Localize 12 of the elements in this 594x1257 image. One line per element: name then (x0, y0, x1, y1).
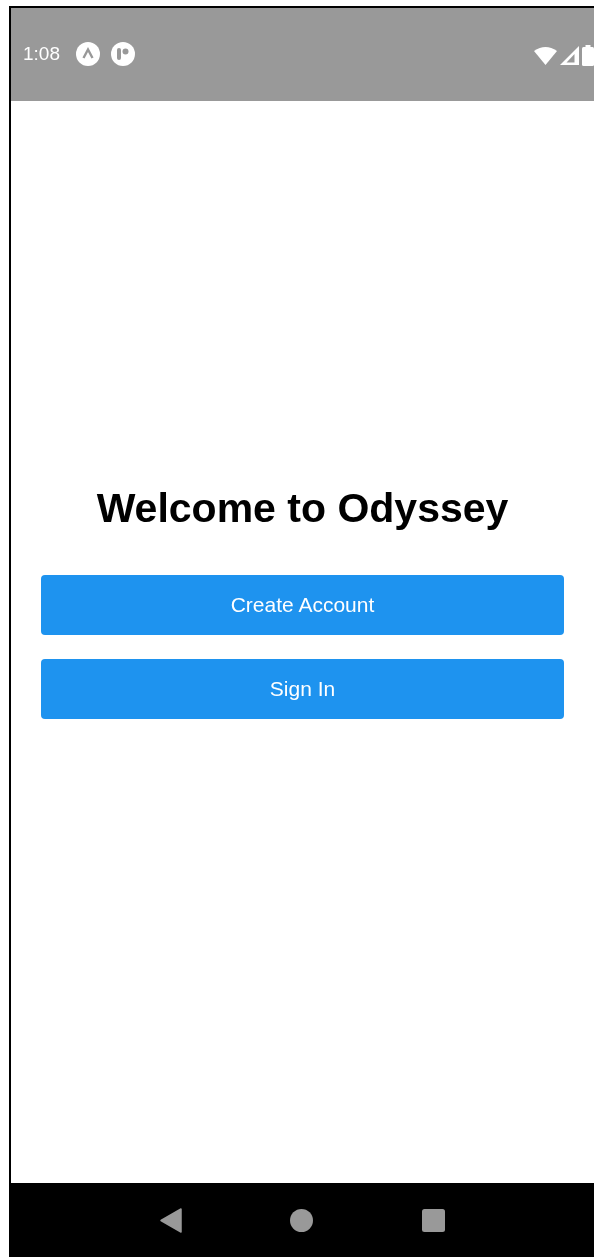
battery-icon (582, 45, 594, 66)
back-icon[interactable] (160, 1207, 183, 1233)
status-time: 1:08 (23, 42, 60, 66)
notification-icon (76, 42, 100, 66)
signal-icon (560, 46, 579, 65)
welcome-title: Welcome to Odyssey (95, 484, 510, 532)
action-button[interactable]: Sign In (41, 659, 564, 719)
action-button[interactable]: Create Account (41, 575, 564, 635)
recents-icon[interactable] (421, 1208, 445, 1232)
home-icon[interactable] (290, 1208, 314, 1232)
notification-icon (111, 42, 135, 66)
wifi-icon (534, 46, 557, 65)
